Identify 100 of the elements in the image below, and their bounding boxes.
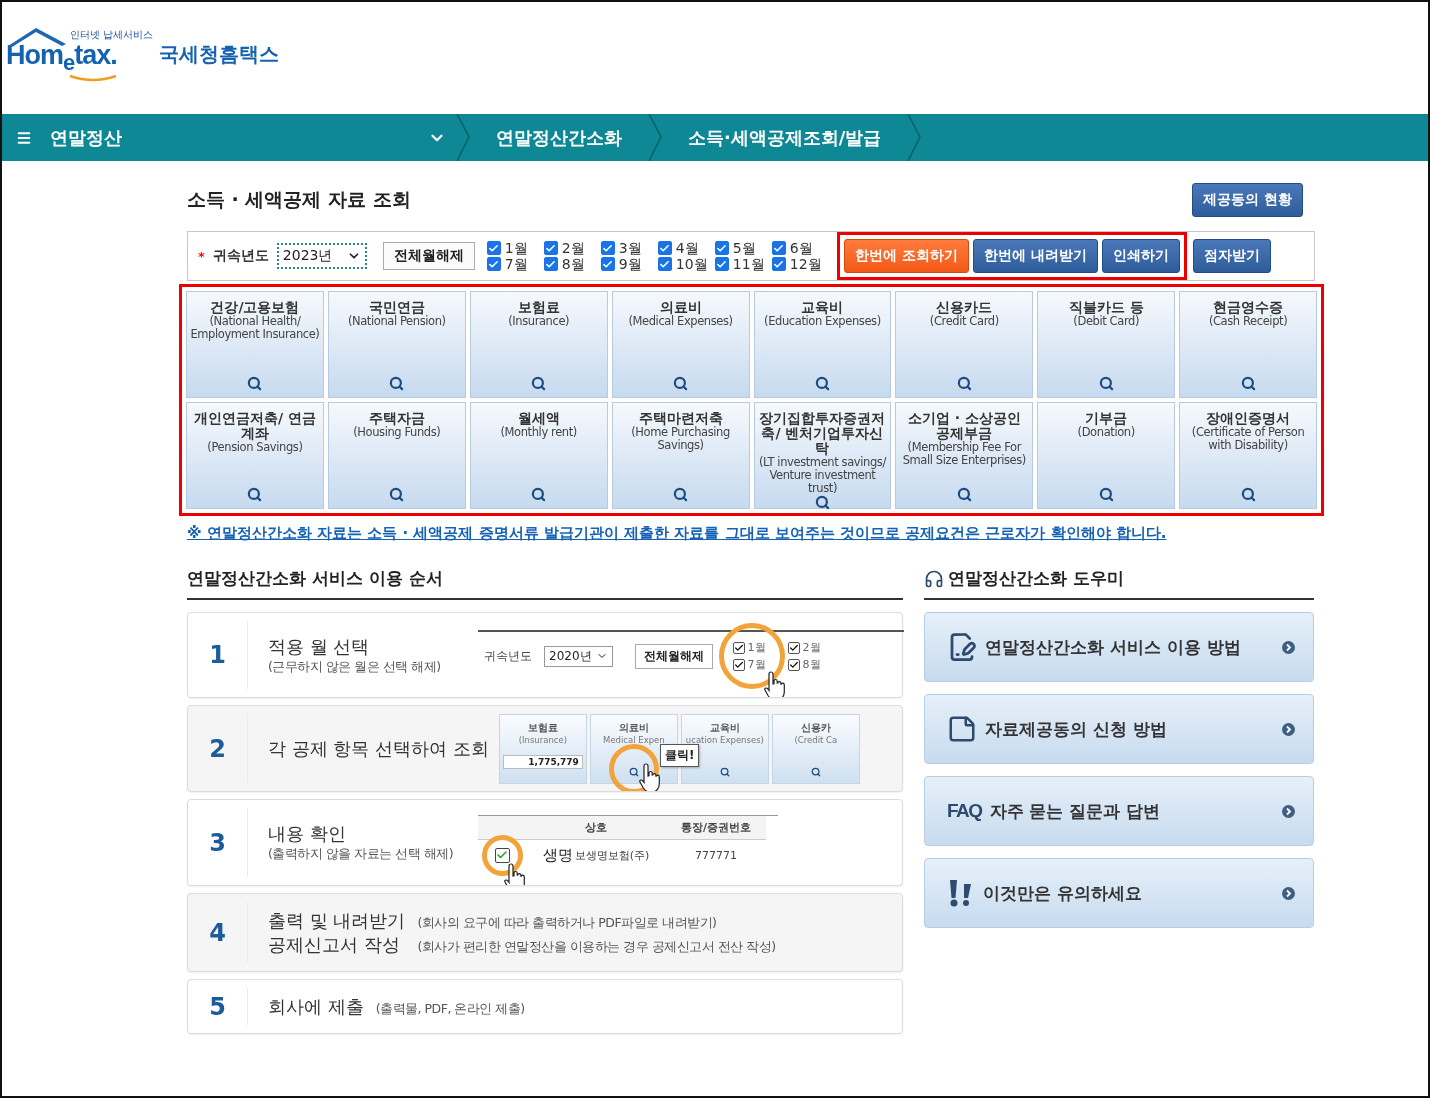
month-checkbox[interactable]: [714, 241, 729, 255]
category-tile[interactable]: 주택자금 (Housing Funds): [327, 402, 466, 509]
category-tile[interactable]: 의료비 (Medical Expenses): [611, 291, 750, 398]
table-cell-text: 777771: [694, 847, 738, 864]
category-tile: 보험료 (Insurance) 1,775,779: [498, 713, 587, 784]
search-icon: [956, 487, 972, 502]
month-checkbox[interactable]: [714, 257, 729, 271]
page-title: 소득 · 세액공제 자료 조회: [187, 187, 411, 212]
category-tile[interactable]: 국민연금 (National Pension): [327, 291, 466, 398]
search-icon: [247, 376, 263, 391]
arrow-circle-icon: [1282, 886, 1295, 900]
breadcrumb-link[interactable]: 소득·세액공제조회/발급: [662, 114, 908, 161]
month-label: 8월: [802, 657, 821, 672]
search-icon: [1240, 376, 1256, 391]
category-tile[interactable]: 월세액 (Monthly rent): [469, 402, 608, 509]
step-note: (출력물, PDF, 온라인 제출): [375, 1000, 525, 1018]
month-label: 1월: [504, 240, 528, 256]
search-icon: [673, 376, 689, 391]
breadcrumb-separator-icon: [456, 114, 470, 161]
step-note: (회사가 편리한 연말정산을 이용하는 경우 공제신고서 전산 작성): [417, 938, 776, 956]
year-select[interactable]: 2023년: [276, 243, 367, 269]
menu-icon: [16, 129, 32, 146]
month-label: 8월: [561, 256, 585, 272]
month-checkbox[interactable]: [657, 257, 672, 271]
table-header: 통장/증권번호: [666, 815, 766, 840]
action-button[interactable]: 한번에 내려받기: [972, 239, 1098, 273]
nav-menu-button[interactable]: 연말정산: [2, 114, 456, 161]
search-icon: [628, 766, 639, 777]
document-icon: [947, 714, 977, 744]
category-tile[interactable]: 교육비 (Education Expenses): [753, 291, 892, 398]
month-label: 7월: [504, 256, 528, 272]
breadcrumb-separator-icon: [907, 114, 922, 161]
table-header: 상호: [526, 815, 666, 840]
reset-months-button[interactable]: 전체월해제: [382, 242, 475, 270]
help-button[interactable]: FAQ 자주 묻는 질문과 답변: [924, 776, 1314, 846]
month-label: 6월: [789, 240, 813, 256]
month-checkbox[interactable]: [771, 257, 786, 271]
search-icon: [719, 766, 730, 777]
help-button[interactable]: 이것만은 유의하세요: [924, 858, 1314, 928]
category-tile[interactable]: 소기업 · 소상공인 공제부금 (Membership Fee For Small Size Enterprises): [895, 402, 1034, 509]
month-label: 2월: [561, 240, 585, 256]
month-label: 11월: [732, 256, 765, 272]
category-tile[interactable]: 신용카드 (Credit Card): [895, 291, 1034, 398]
search-icon: [389, 487, 405, 502]
month-label: 5월: [732, 240, 756, 256]
search-icon: [810, 766, 821, 777]
step-number: 1: [188, 621, 248, 689]
step-note: (회사의 요구에 따라 출력하거나 PDF파일로 내려받기): [417, 914, 718, 932]
logo-wordmark: Hom$_{e}$tax.: [6, 42, 118, 74]
category-tile[interactable]: 보험료 (Insurance): [469, 291, 608, 398]
category-tile[interactable]: 주택마련저축 (Home Purchasing Savings): [611, 402, 750, 509]
braille-button[interactable]: 점자받기: [1192, 239, 1271, 273]
month-checkbox[interactable]: [600, 241, 615, 255]
category-tile[interactable]: 직불카드 등 (Debit Card): [1037, 291, 1176, 398]
month-label: 12월: [789, 256, 822, 272]
category-tile[interactable]: 건강/고용보험 (National Health/ Employment Insurance): [186, 291, 324, 398]
step-title: 적용 월 선택: [268, 634, 371, 659]
year-label: 귀속년도: [484, 647, 532, 665]
category-tile[interactable]: 장기집합투자증권저축/ 벤처기업투자신탁 (LT investment savings/ Venture investment trust): [753, 402, 892, 509]
arrow-circle-icon: [1282, 804, 1295, 818]
month-label: 3월: [618, 240, 642, 256]
required-mark: *: [198, 248, 205, 264]
search-icon: [814, 376, 830, 391]
year-label: 귀속년도: [212, 247, 269, 265]
month-checkbox[interactable]: [486, 257, 501, 271]
month-checkbox[interactable]: [543, 257, 558, 271]
search-icon: [531, 376, 547, 391]
step-number: 3: [188, 808, 248, 877]
step-title: 출력 및 내려받기: [268, 908, 406, 933]
search-icon: [1098, 376, 1114, 391]
search-icon: [247, 487, 263, 502]
search-icon: [673, 487, 689, 502]
category-tile[interactable]: 개인연금저축/ 연금계좌 (Pension Savings): [186, 402, 324, 509]
step-number: 2: [188, 714, 248, 783]
month-checkbox[interactable]: [600, 257, 615, 271]
month-label: 1월: [747, 640, 766, 655]
month-label: 9월: [618, 256, 642, 272]
month-checkbox[interactable]: [486, 241, 501, 255]
search-icon: [956, 376, 972, 391]
month-checkbox[interactable]: [771, 241, 786, 255]
search-icon: [1098, 487, 1114, 502]
month-label: 2월: [802, 640, 821, 655]
arrow-circle-icon: [1282, 640, 1295, 654]
category-tile[interactable]: 현금영수증 (Cash Receipt): [1179, 291, 1317, 398]
headset-icon: [924, 568, 944, 589]
help-button[interactable]: 자료제공동의 신청 방법: [924, 694, 1314, 764]
breadcrumb-link[interactable]: 연말정산간소화: [470, 114, 648, 161]
table-cell-text: 생명 보생명보험(주): [541, 844, 651, 866]
category-tile[interactable]: 기부금 (Donation): [1037, 402, 1176, 509]
help-button[interactable]: 연말정산간소화 서비스 이용 방법: [924, 612, 1314, 682]
month-checkbox[interactable]: [543, 241, 558, 255]
consent-status-button[interactable]: 제공동의 현황: [1192, 183, 1303, 217]
month-label: 10월: [675, 256, 708, 272]
action-button[interactable]: 인쇄하기: [1101, 239, 1180, 273]
step-title: 회사에 제출: [268, 994, 364, 1019]
step-title: 각 공제 항목 선택하여 조회: [268, 736, 489, 761]
category-tile[interactable]: 장애인증명서 (Certificate of Person with Disability): [1179, 402, 1317, 509]
notice-link[interactable]: ※ 연말정산간소화 자료는 소득 · 세액공제 증명서류 발급기관이 제출한 자료를 그대로 보여주는 것이므로 공제요건은 근로자가 확인해야 합니다.: [187, 524, 1167, 543]
month-checkbox[interactable]: [657, 241, 672, 255]
search-icon: [1240, 487, 1256, 502]
